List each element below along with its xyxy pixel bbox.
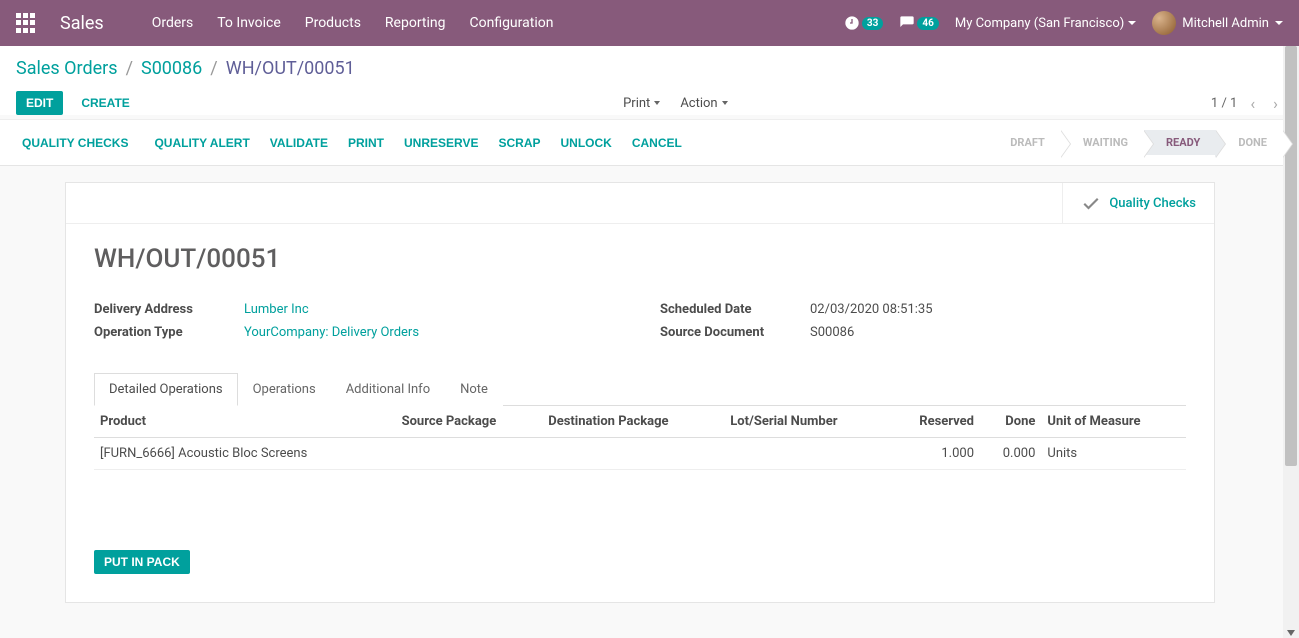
check-icon: [1081, 193, 1101, 213]
print-dropdown[interactable]: Print: [623, 96, 660, 111]
breadcrumb: Sales Orders / S00086 / WH/OUT/00051: [16, 58, 1283, 79]
field-label: Delivery Address: [94, 302, 244, 317]
chat-icon: [899, 15, 915, 31]
create-button[interactable]: Create: [71, 91, 139, 115]
pager-prev[interactable]: ‹: [1245, 94, 1260, 113]
action-quality-alert[interactable]: Quality Alert: [154, 136, 249, 150]
field-row: Delivery AddressLumber Inc: [94, 302, 620, 317]
field-label: Source Document: [660, 325, 810, 340]
action-buttons: Quality Checks Quality Alert Validate Print…: [16, 132, 682, 154]
company-name: My Company (San Francisco): [955, 16, 1124, 31]
record-title: WH/OUT/00051: [94, 244, 1186, 274]
cell: [396, 438, 543, 470]
field-value[interactable]: Lumber Inc: [244, 302, 309, 317]
record-card: Quality Checks WH/OUT/00051 Delivery Add…: [65, 182, 1215, 603]
pager-text: 1 / 1: [1211, 96, 1237, 111]
cell: Units: [1041, 438, 1186, 470]
field-value: 02/03/2020 08:51:35: [810, 302, 933, 317]
top-menu-item[interactable]: Products: [305, 15, 361, 31]
caret-down-icon: [722, 101, 728, 105]
tab-operations[interactable]: Operations: [238, 373, 331, 406]
user-name: Mitchell Admin: [1182, 16, 1269, 31]
field-value[interactable]: YourCompany: Delivery Orders: [244, 325, 419, 340]
top-menu-item[interactable]: To Invoice: [217, 15, 281, 31]
field-label: Operation Type: [94, 325, 244, 340]
tabs: Detailed OperationsOperationsAdditional …: [94, 372, 1186, 406]
action-validate[interactable]: Validate: [270, 136, 328, 150]
tab-detailed-operations[interactable]: Detailed Operations: [94, 373, 238, 406]
breadcrumb-parent[interactable]: S00086: [141, 58, 202, 79]
action-bar: Quality Checks Quality Alert Validate Print…: [0, 119, 1299, 166]
company-selector[interactable]: My Company (San Francisco): [955, 16, 1136, 31]
action-dropdown[interactable]: Action: [680, 96, 727, 111]
action-cancel[interactable]: Cancel: [632, 136, 682, 150]
stat-button-row: Quality Checks: [66, 183, 1214, 224]
caret-down-icon: [654, 101, 660, 105]
app-brand[interactable]: Sales: [60, 13, 104, 34]
top-menu: Orders To Invoice Products Reporting Configu…: [152, 15, 554, 31]
top-navbar: Sales Orders To Invoice Products Reporting C…: [0, 0, 1299, 46]
content-area: Quality Checks WH/OUT/00051 Delivery Add…: [0, 182, 1280, 627]
fields-col-left: Delivery AddressLumber IncOperation Type…: [94, 302, 620, 348]
action-unlock[interactable]: Unlock: [561, 136, 612, 150]
avatar: [1152, 11, 1176, 35]
edit-button[interactable]: Edit: [16, 91, 63, 115]
table-header-row: ProductSource PackageDestination Package…: [94, 406, 1186, 438]
cell: [FURN_6666] Acoustic Bloc Screens: [94, 438, 396, 470]
col-header: Product: [94, 406, 396, 438]
control-bar: Sales Orders / S00086 / WH/OUT/00051 Edi…: [0, 46, 1299, 115]
activities-button[interactable]: 33: [844, 15, 883, 31]
activity-count-badge: 33: [862, 17, 883, 30]
top-menu-item[interactable]: Reporting: [385, 15, 446, 31]
col-header: Lot/Serial Number: [724, 406, 888, 438]
clock-icon: [844, 15, 860, 31]
fields-col-right: Scheduled Date02/03/2020 08:51:35Source …: [660, 302, 1186, 348]
cell: 0.000: [980, 438, 1041, 470]
action-quality-checks[interactable]: Quality Checks: [16, 132, 134, 154]
user-menu[interactable]: Mitchell Admin: [1152, 11, 1283, 35]
field-row: Operation TypeYourCompany: Delivery Orde…: [94, 325, 620, 340]
action-unreserve[interactable]: Unreserve: [404, 136, 478, 150]
table-row[interactable]: [FURN_6666] Acoustic Bloc Screens 1.0000.…: [94, 438, 1186, 470]
message-count-badge: 46: [917, 17, 938, 30]
caret-down-icon: [1275, 21, 1283, 25]
status-step-done[interactable]: Done: [1216, 130, 1283, 155]
scrollbar-thumb[interactable]: [1285, 46, 1297, 466]
apps-icon[interactable]: [16, 13, 36, 33]
action-print[interactable]: Print: [348, 136, 384, 150]
field-row: Source DocumentS00086: [660, 325, 1186, 340]
operations-table: ProductSource PackageDestination Package…: [94, 406, 1186, 470]
col-header: Unit of Measure: [1041, 406, 1186, 438]
tab-additional-info[interactable]: Additional Info: [331, 373, 445, 406]
action-scrap[interactable]: Scrap: [498, 136, 540, 150]
caret-down-icon: [1128, 21, 1136, 25]
pager-next[interactable]: ›: [1268, 94, 1283, 113]
top-menu-item[interactable]: Orders: [152, 15, 194, 31]
cell: [542, 438, 724, 470]
col-header: Done: [980, 406, 1041, 438]
status-bar: DraftWaitingReadyDone: [998, 130, 1283, 155]
messages-button[interactable]: 46: [899, 15, 938, 31]
top-menu-item[interactable]: Configuration: [469, 15, 553, 31]
tab-note[interactable]: Note: [445, 373, 503, 406]
scroll-down-icon[interactable]: [1287, 630, 1295, 636]
field-row: Scheduled Date02/03/2020 08:51:35: [660, 302, 1186, 317]
breadcrumb-current: WH/OUT/00051: [226, 58, 355, 79]
cell: [724, 438, 888, 470]
status-step-ready[interactable]: Ready: [1144, 130, 1216, 155]
field-label: Scheduled Date: [660, 302, 810, 317]
pager: 1 / 1 ‹ ›: [1211, 94, 1283, 113]
breadcrumb-root[interactable]: Sales Orders: [16, 58, 118, 79]
col-header: Destination Package: [542, 406, 724, 438]
status-step-waiting[interactable]: Waiting: [1061, 130, 1144, 155]
table-body: [FURN_6666] Acoustic Bloc Screens 1.0000.…: [94, 438, 1186, 470]
put-in-pack-button[interactable]: Put In Pack: [94, 550, 190, 574]
status-step-draft[interactable]: Draft: [998, 130, 1061, 155]
quality-checks-stat-button[interactable]: Quality Checks: [1062, 183, 1214, 223]
cell: 1.000: [888, 438, 980, 470]
col-header: Reserved: [888, 406, 980, 438]
col-header: Source Package: [396, 406, 543, 438]
field-value: S00086: [810, 325, 854, 340]
